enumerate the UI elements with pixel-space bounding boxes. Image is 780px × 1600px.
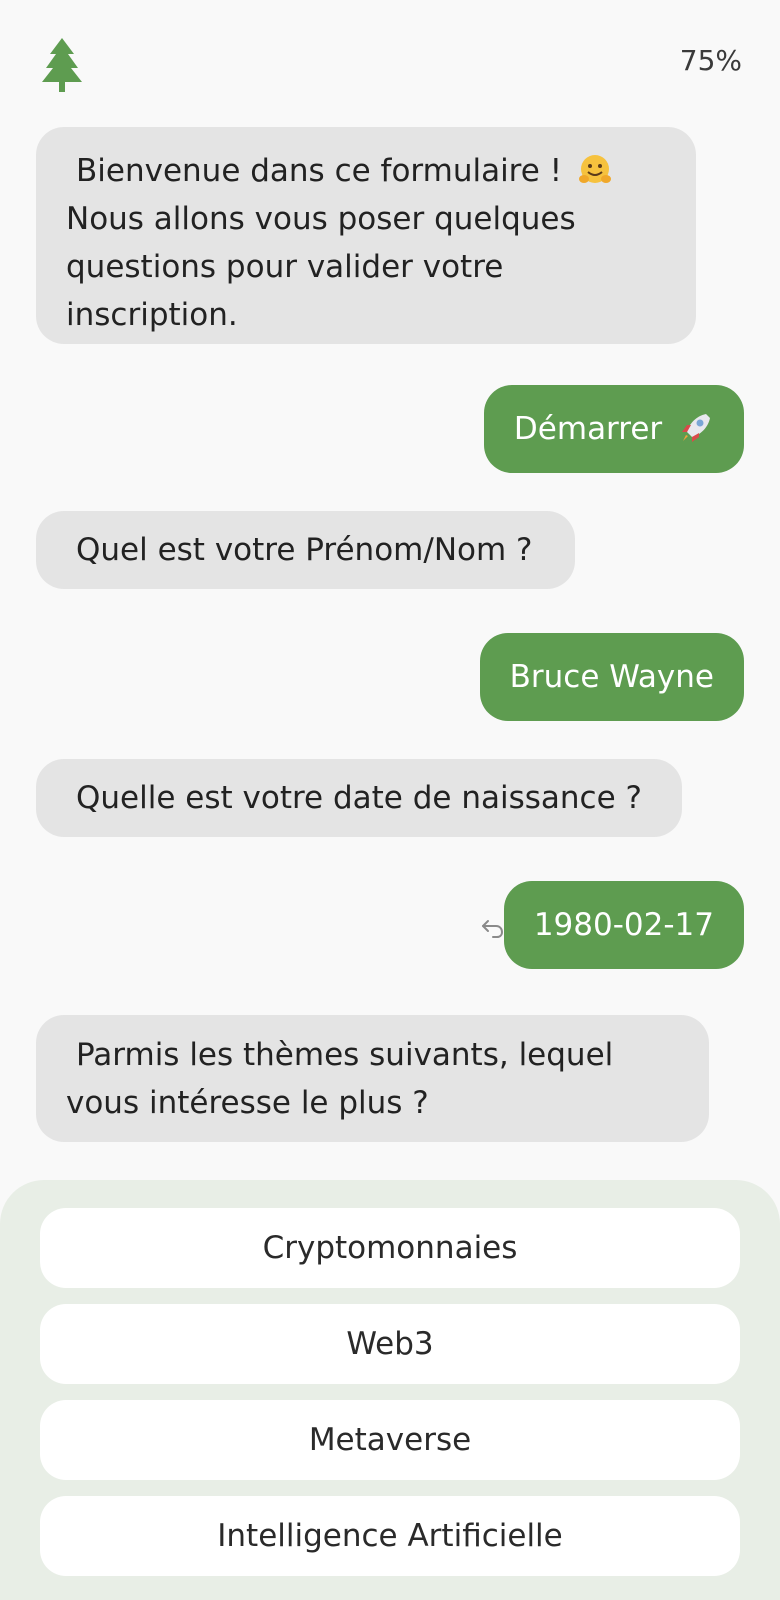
choice-button[interactable]: Metaverse	[40, 1400, 740, 1480]
bot-message: Quelle est votre date de naissance ?	[36, 759, 682, 837]
message-text: 1980-02-17	[533, 907, 714, 943]
rocket-emoji	[682, 413, 710, 442]
bot-message: Parmis les thèmes suivants, lequel vous …	[36, 1015, 709, 1142]
user-message: Démarrer	[483, 385, 744, 473]
message-text: Parmis les thèmes suivants, lequel vous …	[66, 1037, 614, 1121]
choices-panel: Cryptomonnaies Web3 Metaverse Intelligen…	[0, 1180, 780, 1600]
header: 75%	[0, 0, 780, 125]
user-message: Bruce Wayne	[479, 633, 744, 721]
message-text-continued: Nous allons vous poser quelques question…	[66, 201, 576, 333]
choice-button[interactable]: Web3	[40, 1304, 740, 1384]
hugging-face-emoji	[578, 154, 611, 183]
bot-message: Bienvenue dans ce formulaire ! Nous allo…	[36, 127, 696, 344]
undo-icon[interactable]	[480, 916, 506, 942]
message-text: Bienvenue dans ce formulaire !	[76, 153, 563, 189]
message-text: Bruce Wayne	[509, 659, 714, 695]
message-text: Quelle est votre date de naissance ?	[76, 780, 642, 816]
bot-message: Quel est votre Prénom/Nom ?	[36, 511, 575, 589]
choice-button[interactable]: Cryptomonnaies	[40, 1208, 740, 1288]
user-message: 1980-02-17	[503, 881, 744, 969]
message-text: Démarrer	[513, 411, 663, 447]
message-text: Quel est votre Prénom/Nom ?	[76, 532, 533, 568]
choice-button[interactable]: Intelligence Artificielle	[40, 1496, 740, 1576]
tree-icon	[42, 38, 82, 92]
progress-indicator: 75%	[679, 44, 742, 77]
